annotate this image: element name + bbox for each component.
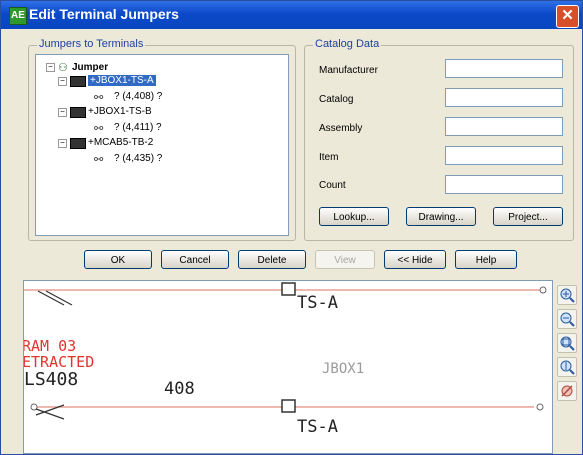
jbox-label: JBOX1 <box>322 361 365 377</box>
wire-number-label: 408 <box>164 379 195 399</box>
zoom-realtime-icon[interactable] <box>557 357 577 377</box>
catalog-field[interactable] <box>445 88 563 107</box>
project-button[interactable]: Project... <box>493 207 563 226</box>
tree-child[interactable]: ? (4,411) ? <box>114 122 162 133</box>
count-label: Count <box>319 180 346 191</box>
help-button[interactable]: Help <box>455 250 517 269</box>
terminal-block-icon <box>70 138 86 149</box>
delete-button[interactable]: Delete <box>238 250 306 269</box>
tree-root-jumper[interactable]: Jumper <box>72 62 108 73</box>
zoom-out-icon[interactable] <box>557 309 577 329</box>
collapse-icon[interactable]: − <box>58 139 67 148</box>
hide-button[interactable]: << Hide <box>384 250 446 269</box>
app-icon: AE <box>9 7 27 25</box>
drawing-button[interactable]: Drawing... <box>406 207 476 226</box>
terminal-end-top <box>539 286 547 294</box>
terminal-label-top: TS-A <box>297 293 338 313</box>
view-button[interactable]: View <box>315 250 375 269</box>
assembly-field[interactable] <box>445 117 563 136</box>
terminal-label-bottom: TS-A <box>297 417 338 437</box>
collapse-icon[interactable]: − <box>58 77 67 86</box>
collapse-icon[interactable]: − <box>46 63 55 72</box>
terminal-symbol-bottom <box>281 399 296 413</box>
edit-terminal-jumpers-dialog: AE Edit Terminal Jumpers ✕ Jumpers to Te… <box>0 0 583 455</box>
manufacturer-label: Manufacturer <box>319 65 378 76</box>
collapse-icon[interactable]: − <box>58 108 67 117</box>
jumper-root-icon: ⚇ <box>58 62 68 74</box>
tree-child[interactable]: ? (4,435) ? <box>114 153 162 164</box>
ok-button[interactable]: OK <box>84 250 152 269</box>
catalog-group-label: Catalog Data <box>313 38 382 50</box>
terminal-symbol-top <box>281 282 296 296</box>
item-field[interactable] <box>445 146 563 165</box>
tree-node[interactable]: +JBOX1-TS-B <box>88 106 152 117</box>
manufacturer-field[interactable] <box>445 59 563 78</box>
jumper-tree[interactable]: − ⚇ Jumper − +JBOX1-TS-A ⚯ ? (4,408) ? −… <box>35 54 289 236</box>
count-field[interactable] <box>445 175 563 194</box>
zoom-window-icon[interactable] <box>557 333 577 353</box>
tree-node[interactable]: +JBOX1-TS-A <box>88 75 156 86</box>
pan-icon[interactable] <box>557 381 577 401</box>
close-button[interactable]: ✕ <box>556 5 579 28</box>
jumper-wire-icon: ⚯ <box>94 92 104 104</box>
item-label: Item <box>319 152 339 163</box>
catalog-label: Catalog <box>319 94 354 105</box>
ls-label: LS408 <box>24 369 79 390</box>
zoom-in-icon[interactable] <box>557 285 577 305</box>
terminal-end-bottom <box>536 403 544 411</box>
lookup-button[interactable]: Lookup... <box>319 207 389 226</box>
terminal-block-icon <box>70 76 86 87</box>
jumper-wire-icon: ⚯ <box>94 123 104 135</box>
title-bar[interactable]: AE Edit Terminal Jumpers ✕ <box>1 1 582 29</box>
tree-node[interactable]: +MCAB5-TB-2 <box>88 137 153 148</box>
tree-child[interactable]: ? (4,408) ? <box>114 91 162 102</box>
window-title: Edit Terminal Jumpers <box>29 6 179 22</box>
jumpers-group-label: Jumpers to Terminals <box>37 38 146 50</box>
terminal-block-icon <box>70 107 86 118</box>
assembly-label: Assembly <box>319 123 363 134</box>
jumper-wire-icon: ⚯ <box>94 154 104 166</box>
drawing-canvas <box>24 282 547 420</box>
drawing-preview[interactable]: TS-A RAM 03 ETRACTED LS408 408 JBOX1 TS-… <box>23 280 553 454</box>
cancel-button[interactable]: Cancel <box>161 250 229 269</box>
